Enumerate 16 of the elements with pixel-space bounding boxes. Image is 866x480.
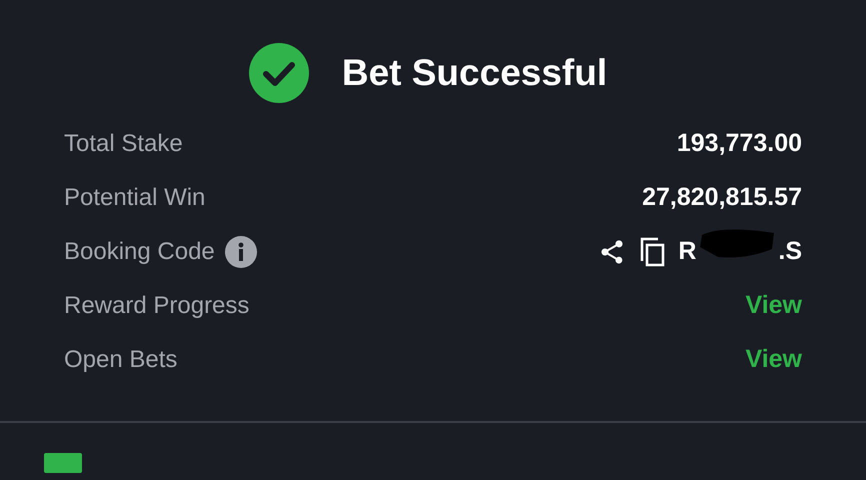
row-label: Open Bets	[64, 345, 178, 375]
row-label: Total Stake	[64, 129, 183, 159]
booking-code-start: R	[678, 236, 696, 268]
success-check-icon	[248, 43, 309, 103]
square-icon	[44, 453, 82, 473]
view-link[interactable]: View	[745, 287, 802, 325]
row-label: Booking Code	[64, 237, 215, 267]
row-label: Potential Win	[64, 183, 206, 213]
booking-code-end: .S	[778, 236, 802, 268]
info-icon[interactable]	[224, 236, 257, 268]
row-value: 193,773.00	[676, 128, 802, 160]
row-label: Reward Progress	[64, 291, 250, 321]
success-title: Bet Successful	[342, 51, 608, 96]
view-link[interactable]: View	[745, 341, 802, 379]
row-value: 27,820,815.57	[642, 182, 802, 214]
copy-icon[interactable]	[640, 237, 666, 267]
